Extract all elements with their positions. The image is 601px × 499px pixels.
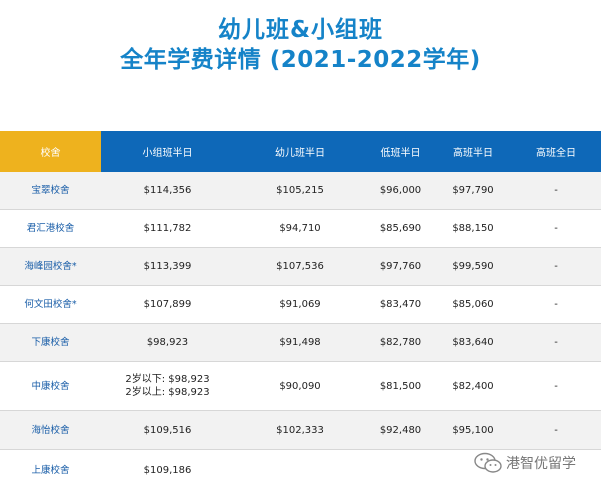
upper-cell: $95,100 [452, 424, 494, 436]
title-line2: 全年学费详情 (2021-2022学年) [120, 47, 481, 73]
wechat-icon [474, 452, 502, 473]
campus-cell: 下康校舍 [31, 337, 70, 348]
header-upper-full: 高班全日 [511, 131, 601, 172]
upper-cell: $88,150 [452, 223, 494, 234]
header-lower: 低班半日 [366, 131, 435, 172]
upper-full-cell: - [554, 424, 558, 436]
watermark-text: 港智优留学 [506, 456, 576, 472]
campus-cell: 何文田校舍* [24, 299, 77, 310]
table-row: 君汇港校舍 $111,782 $94,710 $85,690 $88,150 - [0, 210, 601, 248]
small-group-cell: $113,399 [143, 261, 192, 272]
lower-cell: $96,000 [379, 185, 422, 196]
table-row: 何文田校舍* $107,899 $91,069 $83,470 $85,060 … [0, 286, 601, 324]
upper-cell: $99,590 [452, 261, 494, 272]
campus-cell: 上康校舍 [31, 464, 70, 476]
title-line1: 幼儿班&小组班 [217, 17, 384, 43]
campus-cell: 中康校舍 [31, 380, 70, 392]
header-nursery: 幼儿班半日 [234, 131, 366, 172]
small-group-cell: $107,899 [143, 299, 192, 310]
upper-full-cell: - [554, 380, 558, 392]
small-group-cell: $114,356 [143, 185, 192, 196]
nursery-cell: $107,536 [276, 261, 324, 272]
upper-full-cell: - [554, 337, 558, 348]
small-group-over-2: 2岁以上: $98,923 [125, 387, 210, 398]
upper-cell: $83,640 [452, 337, 494, 348]
lower-cell: $97,760 [379, 261, 422, 272]
small-group-cell: $109,516 [143, 424, 192, 436]
header-campus: 校舍 [0, 131, 101, 172]
lower-cell [366, 450, 435, 490]
lower-cell: $83,470 [379, 299, 422, 310]
campus-cell: 海怡校舍 [31, 424, 70, 436]
small-group-under-2: 2岁以下: $98,923 [125, 374, 210, 385]
upper-full-cell: - [554, 185, 558, 196]
table-row: 宝翠校舍 $114,356 $105,215 $96,000 $97,790 - [0, 172, 601, 210]
nursery-cell: $94,710 [279, 223, 321, 234]
campus-cell: 宝翠校舍 [31, 185, 70, 196]
table-row: 下康校舍 $98,923 $91,498 $82,780 $83,640 - [0, 324, 601, 362]
lower-cell: $85,690 [379, 223, 422, 234]
upper-cell: $97,790 [452, 185, 494, 196]
lower-cell: $92,480 [379, 424, 422, 436]
lower-cell: $81,500 [379, 380, 422, 392]
fee-table: 校舍 小组班半日 幼儿班半日 低班半日 高班半日 高班全日 宝翠校舍 $114,… [0, 131, 601, 490]
table-header: 校舍 小组班半日 幼儿班半日 低班半日 高班半日 高班全日 [0, 131, 601, 172]
header-small-group: 小组班半日 [101, 131, 234, 172]
nursery-cell: $102,333 [276, 424, 324, 436]
nursery-cell [234, 450, 366, 490]
upper-cell: $82,400 [452, 380, 494, 392]
table-row: 中康校舍 2岁以下: $98,923 2岁以上: $98,923 $90,090… [0, 362, 601, 411]
nursery-cell: $90,090 [279, 380, 321, 392]
nursery-cell: $91,069 [279, 299, 321, 310]
lower-cell: $82,780 [379, 337, 422, 348]
small-group-cell: $109,186 [143, 464, 192, 476]
nursery-cell: $105,215 [276, 185, 324, 196]
upper-full-cell: - [554, 223, 558, 234]
small-group-cell: $98,923 [146, 337, 189, 348]
nursery-cell: $91,498 [279, 337, 321, 348]
upper-full-cell: - [554, 299, 558, 310]
table-row: 海怡校舍 $109,516 $102,333 $92,480 $95,100 - [0, 411, 601, 450]
upper-full-cell: - [554, 261, 558, 272]
watermark: 港智优留学 [474, 452, 576, 474]
small-group-age-split: 2岁以下: $98,923 2岁以上: $98,923 [125, 373, 209, 399]
table-row: 海峰园校舍* $113,399 $107,536 $97,760 $99,590… [0, 248, 601, 286]
campus-cell: 君汇港校舍 [26, 223, 75, 234]
upper-cell: $85,060 [452, 299, 494, 310]
header-upper: 高班半日 [435, 131, 511, 172]
small-group-cell: $111,782 [143, 223, 192, 234]
small-group-cell: 2岁以下: $98,923 2岁以上: $98,923 [101, 362, 234, 410]
campus-cell: 海峰园校舍* [24, 261, 77, 272]
